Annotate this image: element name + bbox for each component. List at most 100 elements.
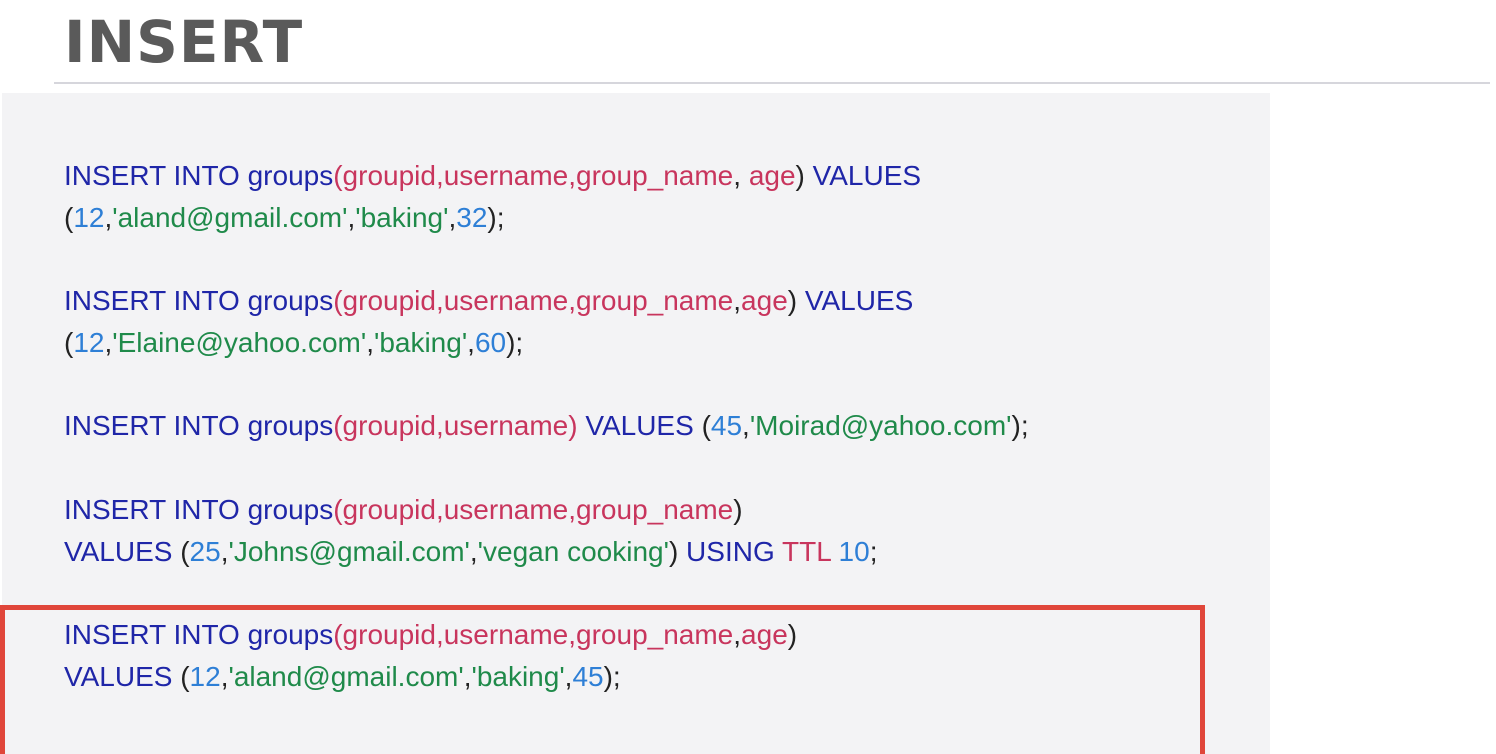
sql-punctuation: ,	[568, 494, 577, 525]
slide-title: INSERT	[64, 8, 304, 76]
sql-punctuation: ,	[366, 327, 374, 358]
sql-punctuation: ,	[568, 619, 577, 650]
sql-punctuation: ;	[869, 536, 878, 567]
sql-punctuation: ,	[733, 285, 742, 316]
sql-keyword: INSERT INTO groups	[64, 160, 334, 191]
sql-number: 10	[838, 536, 870, 567]
sql-punctuation: )	[787, 285, 798, 316]
sql-punctuation: )	[733, 494, 743, 525]
sql-punctuation: );	[506, 327, 524, 358]
sql-punctuation: ,	[733, 619, 742, 650]
sql-punctuation: ,	[435, 619, 444, 650]
sql-string: 'vegan cooking'	[477, 536, 669, 567]
sql-punctuation: (	[333, 160, 343, 191]
sql-column: groupid	[342, 410, 436, 441]
sql-keyword: INSERT INTO groups	[64, 619, 334, 650]
sql-punctuation: );	[1011, 410, 1029, 441]
sql-column: groupid	[342, 160, 436, 191]
sql-punctuation: (	[333, 285, 343, 316]
sql-punctuation: )	[795, 160, 805, 191]
sql-string: 'baking'	[373, 327, 468, 358]
sql-column: age	[741, 285, 788, 316]
sql-punctuation: );	[603, 661, 621, 692]
sql-punctuation: ,	[568, 160, 577, 191]
statement-line: VALUES (25,'Johns@gmail.com','vegan cook…	[64, 531, 877, 573]
insert-statement-4: INSERT INTO groups(groupid,username,grou…	[64, 489, 877, 573]
sql-string: 'Johns@gmail.com'	[228, 536, 470, 567]
sql-column: username	[443, 410, 569, 441]
sql-keyword: INSERT INTO groups	[64, 285, 334, 316]
insert-statement-3: INSERT INTO groups(groupid,username) VAL…	[64, 405, 1029, 447]
sql-punctuation: )	[668, 536, 679, 567]
sql-number: 45	[710, 410, 743, 441]
sql-keyword: VALUES	[64, 536, 181, 567]
statement-line: VALUES (12,'aland@gmail.com','baking',45…	[64, 656, 797, 698]
sql-number: 25	[189, 536, 221, 567]
sql-column: group_name	[576, 160, 734, 191]
sql-keyword: VALUES	[64, 661, 181, 692]
sql-punctuation: (	[333, 619, 343, 650]
sql-keyword: VALUES	[804, 160, 922, 191]
sql-string: 'baking'	[355, 202, 449, 233]
sql-column: group_name	[576, 619, 734, 650]
sql-punctuation: (	[180, 661, 190, 692]
sql-column: groupid	[342, 285, 436, 316]
sql-punctuation: ,	[568, 285, 577, 316]
statement-line: INSERT INTO groups(groupid,username,grou…	[64, 280, 913, 322]
statement-line: INSERT INTO groups(groupid,username,grou…	[64, 614, 797, 656]
sql-punctuation: (	[64, 327, 74, 358]
sql-keyword: INSERT INTO groups	[64, 410, 334, 441]
sql-punctuation: (	[333, 410, 343, 441]
sql-column: username	[443, 619, 569, 650]
statement-line: (12,'Elaine@yahoo.com','baking',60);	[64, 322, 913, 364]
sql-string: 'baking'	[471, 661, 565, 692]
title-divider	[54, 82, 1490, 84]
sql-column: groupid	[342, 494, 436, 525]
sql-punctuation: ,	[435, 285, 444, 316]
sql-punctuation: ,	[733, 160, 749, 191]
statement-line: (12,'aland@gmail.com','baking',32);	[64, 197, 921, 239]
sql-column: username	[443, 160, 569, 191]
sql-number: 12	[73, 327, 105, 358]
sql-space	[831, 536, 839, 567]
sql-punctuation: ,	[435, 410, 444, 441]
sql-number: 45	[572, 661, 604, 692]
sql-number: 12	[189, 661, 221, 692]
sql-keyword: VALUES	[577, 410, 702, 441]
insert-statement-5: INSERT INTO groups(groupid,username,grou…	[64, 614, 797, 698]
sql-punctuation: );	[487, 202, 505, 233]
sql-string: 'aland@gmail.com'	[228, 661, 464, 692]
statement-line: INSERT INTO groups(groupid,username) VAL…	[64, 405, 1029, 447]
sql-column: username	[443, 494, 569, 525]
sql-punctuation: )	[787, 619, 798, 650]
sql-keyword: INSERT INTO groups	[64, 494, 334, 525]
sql-punctuation: (	[701, 410, 711, 441]
sql-punctuation: (	[64, 202, 74, 233]
insert-statement-1: INSERT INTO groups(groupid,username,grou…	[64, 155, 921, 239]
sql-punctuation: ,	[469, 536, 478, 567]
sql-punctuation: )	[568, 410, 578, 441]
sql-column: username	[443, 285, 569, 316]
sql-punctuation: ,	[435, 160, 444, 191]
sql-number: 32	[456, 202, 488, 233]
sql-punctuation: (	[333, 494, 343, 525]
statement-line: INSERT INTO groups(groupid,username,grou…	[64, 489, 877, 531]
sql-column: group_name	[576, 285, 734, 316]
sql-column: group_name	[576, 494, 734, 525]
insert-statement-2: INSERT INTO groups(groupid,username,grou…	[64, 280, 913, 364]
sql-punctuation: ,	[742, 410, 750, 441]
sql-number: 12	[73, 202, 105, 233]
sql-punctuation: ,	[435, 494, 444, 525]
sql-column: groupid	[342, 619, 436, 650]
sql-keyword: VALUES	[797, 285, 914, 316]
sql-column: age	[741, 619, 788, 650]
sql-string: 'Elaine@yahoo.com'	[112, 327, 367, 358]
sql-string: 'aland@gmail.com'	[112, 202, 348, 233]
sql-ttl-keyword: TTL	[782, 536, 831, 567]
sql-string: 'Moirad@yahoo.com'	[749, 410, 1012, 441]
sql-column: age	[748, 160, 796, 191]
sql-keyword: USING	[678, 536, 783, 567]
sql-punctuation: ,	[467, 327, 475, 358]
sql-punctuation: (	[180, 536, 190, 567]
statement-line: INSERT INTO groups(groupid,username,grou…	[64, 155, 921, 197]
